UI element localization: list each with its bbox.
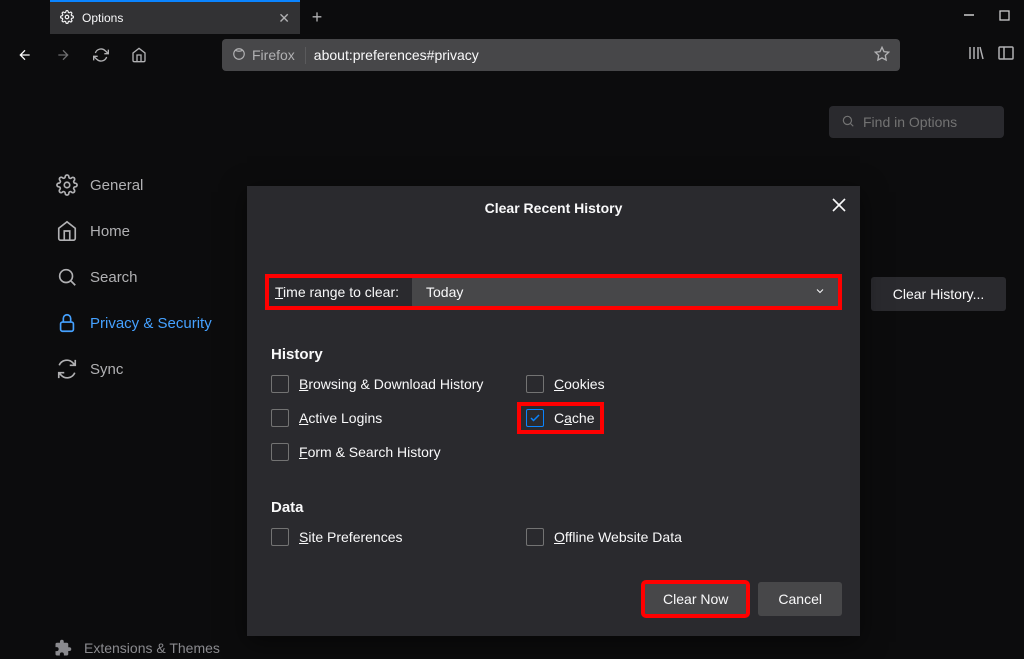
close-tab-icon[interactable]: ✕ xyxy=(278,10,290,27)
sidebar-item-home[interactable]: Home xyxy=(54,208,244,254)
window-controls xyxy=(963,8,1024,26)
time-range-select[interactable]: Today xyxy=(412,276,840,308)
preferences-sidebar: General Home Search Privacy & Security S… xyxy=(54,162,244,392)
checkbox-icon[interactable] xyxy=(271,409,289,427)
check-cookies[interactable]: Cookies xyxy=(526,375,781,393)
back-button[interactable] xyxy=(10,40,40,70)
extensions-label: Extensions & Themes xyxy=(84,640,220,656)
checkbox-icon[interactable] xyxy=(271,443,289,461)
find-placeholder: Find in Options xyxy=(863,114,957,130)
clear-now-button[interactable]: Clear Now xyxy=(643,582,748,616)
history-heading: History xyxy=(271,346,836,363)
search-icon xyxy=(841,114,855,131)
tab-title: Options xyxy=(82,11,123,25)
library-icon[interactable] xyxy=(968,45,984,66)
maximize-icon[interactable] xyxy=(999,8,1010,26)
sidebar-icon[interactable] xyxy=(998,45,1014,66)
sidebar-label: General xyxy=(90,177,143,194)
content-area: Find in Options General Home Search Priv… xyxy=(0,76,1024,659)
data-heading: Data xyxy=(271,499,836,516)
history-checks: Browsing & Download History Cookies Acti… xyxy=(271,375,836,461)
chevron-down-icon xyxy=(814,284,826,300)
reload-button[interactable] xyxy=(86,40,116,70)
checkbox-icon[interactable] xyxy=(526,375,544,393)
find-in-options[interactable]: Find in Options xyxy=(829,106,1004,138)
sidebar-label: Privacy & Security xyxy=(90,315,212,332)
nav-bar: Firefox about:preferences#privacy xyxy=(0,34,1024,76)
checkbox-icon[interactable] xyxy=(271,528,289,546)
check-cache[interactable]: Cache xyxy=(526,409,781,427)
clear-history-button[interactable]: Clear History... xyxy=(871,277,1006,311)
gear-icon xyxy=(60,10,74,27)
new-tab-button[interactable]: + xyxy=(300,0,334,34)
forward-button[interactable] xyxy=(48,40,78,70)
time-range-row: Time range to clear: Today xyxy=(267,276,840,308)
bookmark-star-icon[interactable] xyxy=(874,46,890,65)
sidebar-item-search[interactable]: Search xyxy=(54,254,244,300)
minimize-icon[interactable] xyxy=(963,8,975,26)
checkbox-icon[interactable] xyxy=(271,375,289,393)
firefox-icon xyxy=(232,47,246,64)
dialog-close-button[interactable] xyxy=(832,198,846,217)
check-site-prefs[interactable]: Site Preferences xyxy=(271,528,526,546)
sidebar-label: Sync xyxy=(90,361,123,378)
tab-bar: Options ✕ + xyxy=(0,0,1024,34)
sidebar-item-privacy[interactable]: Privacy & Security xyxy=(54,300,244,346)
check-form-search[interactable]: Form & Search History xyxy=(271,443,526,461)
time-range-value: Today xyxy=(426,284,463,300)
check-active-logins[interactable]: Active Logins xyxy=(271,409,526,427)
checkbox-icon[interactable] xyxy=(526,409,544,427)
url-text: about:preferences#privacy xyxy=(314,47,479,63)
sidebar-item-general[interactable]: General xyxy=(54,162,244,208)
cancel-button[interactable]: Cancel xyxy=(758,582,842,616)
sidebar-extensions-themes[interactable]: Extensions & Themes xyxy=(54,639,220,657)
sidebar-label: Home xyxy=(90,223,130,240)
checkbox-icon[interactable] xyxy=(526,528,544,546)
identity-box[interactable]: Firefox xyxy=(232,47,306,64)
time-range-label: Time range to clear: xyxy=(267,284,412,300)
browser-tab-options[interactable]: Options ✕ xyxy=(50,0,300,34)
identity-label: Firefox xyxy=(252,47,295,63)
check-browsing[interactable]: Browsing & Download History xyxy=(271,375,526,393)
url-bar[interactable]: Firefox about:preferences#privacy xyxy=(222,39,900,71)
check-offline-data[interactable]: Offline Website Data xyxy=(526,528,781,546)
data-checks: Site Preferences Offline Website Data xyxy=(271,528,836,546)
toolbar-icons xyxy=(968,45,1014,66)
dialog-title: Clear Recent History xyxy=(247,186,860,226)
sidebar-item-sync[interactable]: Sync xyxy=(54,346,244,392)
dialog-button-row: Clear Now Cancel xyxy=(643,582,842,616)
home-button[interactable] xyxy=(124,40,154,70)
clear-history-dialog: Clear Recent History Time range to clear… xyxy=(247,186,860,636)
sidebar-label: Search xyxy=(90,269,138,286)
